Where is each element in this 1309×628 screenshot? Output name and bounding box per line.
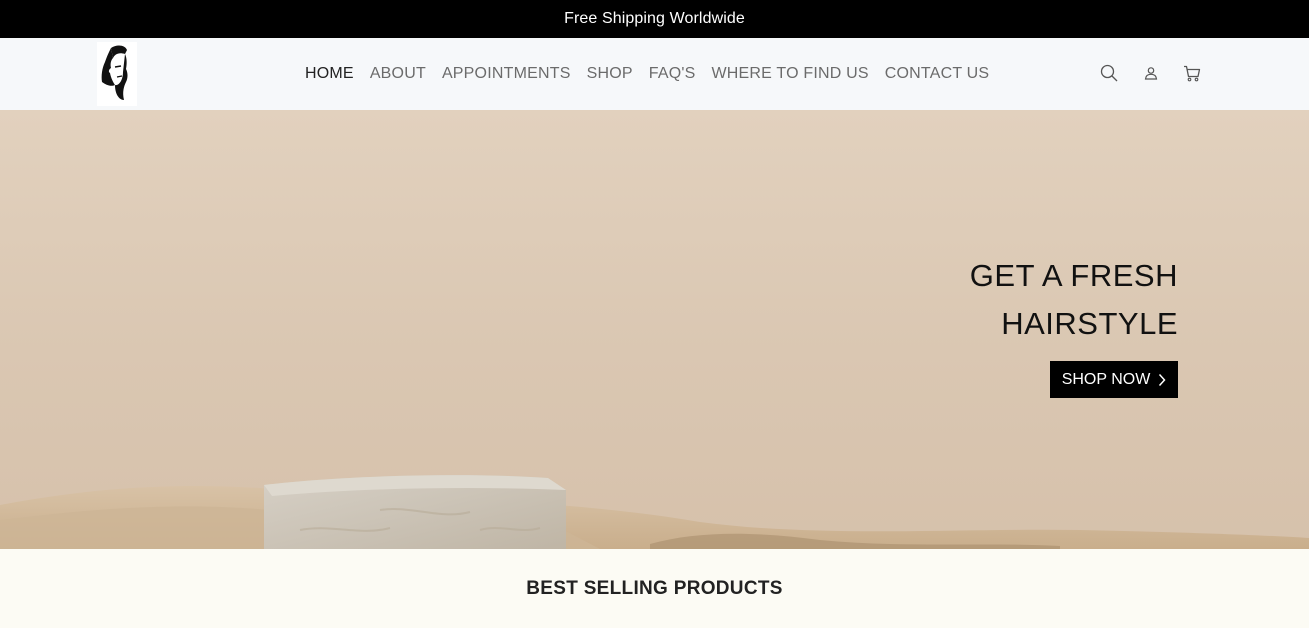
- nav-shop[interactable]: SHOP: [587, 65, 633, 83]
- hero-headline-line-2: HAIRSTYLE: [1001, 306, 1178, 341]
- announcement-text: Free Shipping Worldwide: [564, 10, 745, 27]
- main-nav: HOME ABOUT APPOINTMENTS SHOP FAQ'S WHERE…: [305, 38, 989, 110]
- announcement-bar: Free Shipping Worldwide: [0, 0, 1309, 38]
- best-selling-title: BEST SELLING PRODUCTS: [526, 577, 783, 599]
- best-selling-section: BEST SELLING PRODUCTS: [0, 549, 1309, 628]
- hero-banner: GET A FRESH HAIRSTYLE SHOP NOW: [0, 110, 1309, 549]
- site-header: HOME ABOUT APPOINTMENTS SHOP FAQ'S WHERE…: [0, 38, 1309, 110]
- shop-now-label: SHOP NOW: [1061, 370, 1151, 388]
- cart-icon[interactable]: [1181, 62, 1203, 84]
- search-icon[interactable]: [1098, 62, 1120, 84]
- nav-appointments[interactable]: APPOINTMENTS: [442, 65, 571, 83]
- nav-where-to-find-us[interactable]: WHERE TO FIND US: [711, 65, 868, 83]
- account-icon[interactable]: [1140, 62, 1162, 84]
- nav-faqs[interactable]: FAQ'S: [649, 65, 696, 83]
- site-logo[interactable]: [97, 42, 137, 106]
- shop-now-button[interactable]: SHOP NOW: [1050, 361, 1178, 398]
- nav-home[interactable]: HOME: [305, 65, 354, 83]
- hero-headline-line-1: GET A FRESH: [969, 258, 1178, 293]
- barber-face-logo-icon: [101, 45, 128, 100]
- hero-headline: GET A FRESH HAIRSTYLE: [970, 252, 1178, 348]
- nav-contact-us[interactable]: CONTACT US: [885, 65, 990, 83]
- nav-about[interactable]: ABOUT: [370, 65, 426, 83]
- chevron-right-icon: [1159, 373, 1166, 386]
